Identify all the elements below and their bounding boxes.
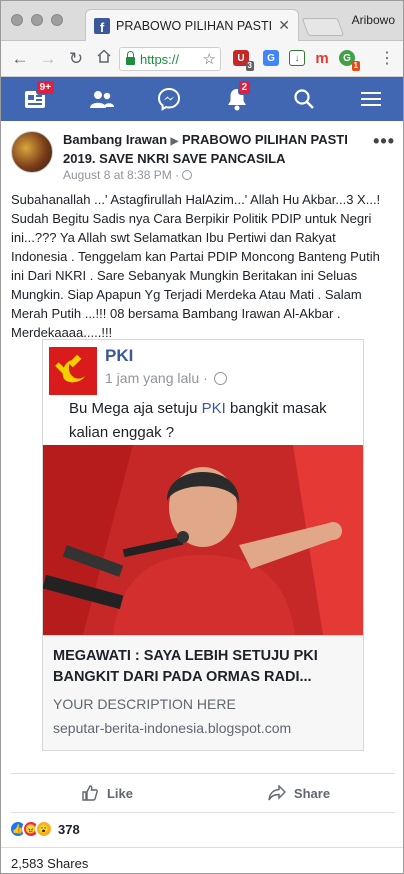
link-description: YOUR DESCRIPTION HERE <box>53 696 236 712</box>
reload-icon[interactable]: ↻ <box>65 49 87 69</box>
shared-to-arrow-icon: ▶ <box>170 136 179 147</box>
search-icon[interactable] <box>291 86 317 112</box>
shared-image-card[interactable]: PKI 1 jam yang lalu · Bu Mega aja setuju… <box>42 339 364 751</box>
extension-download-icon[interactable]: ↓ <box>289 50 305 66</box>
browser-window: f PRABOWO PILIHAN PASTI 20 ✕ Aribowo ← →… <box>0 0 404 874</box>
post-author-line: Bambang Irawan ▶ PRABOWO PILIHAN PASTI 2… <box>63 131 363 167</box>
privacy-globe-icon <box>182 170 193 180</box>
tab-bar: f PRABOWO PILIHAN PASTI 20 ✕ Aribowo <box>1 1 403 41</box>
address-bar[interactable]: https:// ☆ <box>119 47 221 71</box>
share-arrow-icon <box>268 785 286 801</box>
tab-title: PRABOWO PILIHAN PASTI 20 <box>116 18 275 33</box>
home-badge: 9+ <box>35 80 56 95</box>
facebook-nav-bar: 9+ 2 <box>1 77 403 121</box>
friends-icon[interactable] <box>89 86 115 112</box>
notifications-badge: 2 <box>237 80 252 95</box>
profile-name[interactable]: Aribowo <box>352 13 395 27</box>
reaction-count: 378 <box>58 821 80 837</box>
close-window-button[interactable] <box>11 14 23 26</box>
notifications-bell-icon[interactable]: 2 <box>224 80 252 112</box>
divider <box>1 847 403 848</box>
tab-close-icon[interactable]: ✕ <box>278 17 290 34</box>
feed-post: Bambang Irawan ▶ PRABOWO PILIHAN PASTI 2… <box>1 121 403 873</box>
forward-arrow-icon[interactable]: → <box>37 49 59 69</box>
card-page-name: PKI <box>105 346 134 365</box>
like-button[interactable]: Like <box>11 774 203 812</box>
author-name[interactable]: Bambang Irawan <box>63 132 167 147</box>
browser-tab[interactable]: f PRABOWO PILIHAN PASTI 20 ✕ <box>85 9 299 41</box>
post-timestamp[interactable]: August 8 at 8:38 PM · <box>63 168 193 182</box>
post-actions: Like Share <box>11 773 395 813</box>
link-domain: seputar-berita-indonesia.blogspot.com <box>53 720 292 736</box>
window-controls <box>11 14 63 26</box>
new-tab-button[interactable] <box>301 18 345 36</box>
extension-m-icon[interactable]: m <box>314 50 330 67</box>
messenger-icon[interactable] <box>156 86 182 112</box>
wow-reaction-icon: 😮 <box>35 820 53 838</box>
bookmark-star-icon[interactable]: ☆ <box>203 50 216 68</box>
card-text: Bu Mega aja setuju PKI bangkit masak kal… <box>69 400 327 441</box>
shares-count[interactable]: 2,583 Shares <box>11 856 88 871</box>
extension-green-icon[interactable]: G1 <box>339 50 360 71</box>
share-button[interactable]: Share <box>203 774 395 812</box>
post-header: Bambang Irawan ▶ PRABOWO PILIHAN PASTI 2… <box>11 129 395 185</box>
back-arrow-icon[interactable]: ← <box>9 49 31 69</box>
home-icon[interactable] <box>93 48 115 69</box>
link-title: MEGAWATI : SAYA LEBIH SETUJU PKI BANGKIT… <box>53 648 318 685</box>
facebook-favicon-icon: f <box>94 17 110 34</box>
post-body: Subahanallah ...' Astagfirullah HalAzim.… <box>11 192 381 340</box>
browser-menu-icon[interactable]: ⋮ <box>379 51 395 67</box>
card-globe-icon <box>213 372 227 385</box>
image-header: PKI 1 jam yang lalu · Bu Mega aja setuju… <box>43 340 363 445</box>
minimize-window-button[interactable] <box>31 14 43 26</box>
news-feed-icon[interactable]: 9+ <box>22 80 56 112</box>
thumbs-up-icon <box>82 785 98 801</box>
browser-toolbar: ← → ↻ https:// ☆ U3 G ↓ m G1 ⋮ <box>1 41 403 77</box>
maximize-window-button[interactable] <box>51 14 63 26</box>
secure-lock-icon <box>126 51 135 65</box>
card-page-time: 1 jam yang lalu · <box>105 370 227 386</box>
extension-shield-icon[interactable]: U3 <box>233 50 254 71</box>
avatar[interactable] <box>11 131 53 173</box>
hamburger-menu-icon[interactable] <box>358 86 384 112</box>
link-preview[interactable]: MEGAWATI : SAYA LEBIH SETUJU PKI BANGKIT… <box>43 635 363 750</box>
reactions-summary[interactable]: 👍 😠 😮 378 <box>9 819 80 839</box>
hammer-sickle-icon <box>49 347 97 395</box>
speaker-photo <box>43 445 363 635</box>
post-options-icon[interactable]: ••• <box>373 131 395 152</box>
url-text: https:// <box>140 51 180 67</box>
extension-translate-icon[interactable]: G <box>263 50 279 66</box>
